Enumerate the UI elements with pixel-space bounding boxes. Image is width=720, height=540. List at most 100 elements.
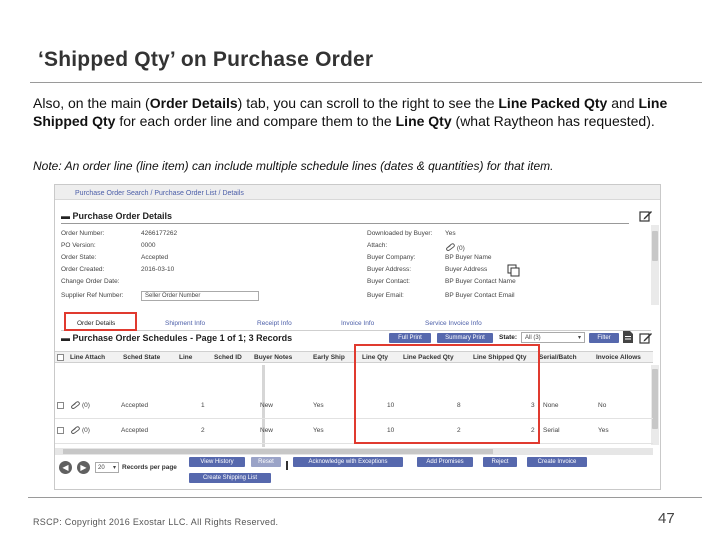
supplier-ref-input[interactable]: Seller Order Number: [141, 291, 259, 301]
po-details-header[interactable]: ▬ Purchase Order Details: [61, 211, 172, 221]
attachment-icon[interactable]: [70, 401, 80, 409]
attachment-icon[interactable]: [445, 243, 455, 251]
schedules-title: Purchase Order Schedules - Page 1 of 1; …: [72, 333, 293, 343]
tab-service-invoice-info[interactable]: Service Invoice Info: [425, 320, 482, 327]
po-details-title: Purchase Order Details: [72, 211, 173, 221]
attach-value[interactable]: (0): [445, 242, 465, 252]
row-invoice-allows: Yes: [598, 427, 609, 434]
acknowledge-exceptions-button[interactable]: Acknowledge with Exceptions: [293, 457, 403, 467]
body-text-3: and: [607, 95, 639, 111]
col-invoice-allows[interactable]: Invoice Allows: [596, 354, 641, 361]
po-details-divider: [61, 223, 629, 224]
row-sched-state: Accepted: [121, 402, 149, 409]
downloaded-label: Downloaded by Buyer:: [367, 230, 433, 237]
row-early-ship: Yes: [313, 402, 324, 409]
order-number-value: 4266177262: [141, 230, 178, 237]
toolbar-separator: [286, 461, 288, 470]
body-text-2: ) tab, you can scroll to the right to se…: [237, 95, 499, 111]
attachment-icon[interactable]: [70, 426, 80, 434]
footer-copyright: RSCP: Copyright 2016 Exostar LLC. All Ri…: [33, 517, 279, 527]
create-invoice-button[interactable]: Create Invoice: [527, 457, 587, 467]
body-text-1: Also, on the main (: [33, 95, 150, 111]
details-scrollbar[interactable]: [651, 225, 659, 305]
buyer-email-value: BP Buyer Contact Email: [445, 292, 515, 299]
prev-page-icon[interactable]: ◀: [59, 461, 72, 474]
order-state-label: Order State:: [61, 254, 97, 261]
next-page-icon[interactable]: ▶: [77, 461, 90, 474]
add-promises-button[interactable]: Add Promises: [417, 457, 473, 467]
tab-invoice-info[interactable]: Invoice Info: [341, 320, 374, 327]
attach-label: Attach:: [367, 242, 388, 249]
row-line: 1: [201, 402, 205, 409]
row-invoice-allows: No: [598, 402, 607, 409]
copy-icon[interactable]: [507, 264, 520, 277]
table-scrollbar[interactable]: [651, 365, 659, 445]
horizontal-scroll-thumb[interactable]: [63, 449, 493, 454]
body-paragraph: Also, on the main (Order Details) tab, y…: [33, 94, 705, 130]
buyer-contact-value: BP Buyer Contact Name: [445, 278, 516, 285]
chevron-down-icon: ▾: [577, 335, 581, 341]
row-buyer-notes: New: [260, 402, 274, 409]
buyer-address-value: Buyer Address: [445, 266, 488, 273]
buyer-email-label: Buyer Email:: [367, 292, 404, 299]
order-created-value: 2016-03-10: [141, 266, 175, 273]
col-sched-id[interactable]: Sched ID: [214, 354, 242, 361]
edit-icon[interactable]: [639, 209, 653, 222]
po-version-label: PO Version:: [61, 242, 96, 249]
col-line-attach[interactable]: Line Attach: [70, 354, 105, 361]
schedules-header[interactable]: ▬ Purchase Order Schedules - Page 1 of 1…: [61, 333, 292, 343]
schedules-edit-icon[interactable]: [639, 331, 653, 344]
row-early-ship: Yes: [313, 427, 324, 434]
full-print-button[interactable]: Full Print: [389, 333, 431, 343]
po-version-value: 0000: [141, 242, 156, 249]
row-checkbox[interactable]: [57, 427, 64, 434]
body-text-4: for each order line and compare them to …: [115, 113, 396, 129]
select-all-checkbox[interactable]: [57, 354, 64, 361]
page-size-value: 20: [98, 465, 105, 471]
col-early-ship[interactable]: Early Ship: [313, 354, 345, 361]
col-sched-state[interactable]: Sched State: [123, 354, 160, 361]
note-text: Note: An order line (line item) can incl…: [33, 159, 554, 173]
downloaded-value: Yes: [445, 230, 456, 237]
page-number: 47: [658, 510, 675, 527]
row-serial-batch: None: [543, 402, 559, 409]
state-select[interactable]: All (3) ▾: [521, 332, 585, 343]
buyer-contact-label: Buyer Contact:: [367, 278, 410, 285]
filter-button[interactable]: Filter: [589, 333, 619, 343]
body-bold-line-qty: Line Qty: [395, 113, 452, 129]
details-scroll-thumb[interactable]: [652, 231, 658, 261]
row-line: 2: [201, 427, 205, 434]
buyer-address-label: Buyer Address:: [367, 266, 412, 273]
order-created-label: Order Created:: [61, 266, 105, 273]
tab-receipt-info[interactable]: Receipt Info: [257, 320, 292, 327]
row-checkbox[interactable]: [57, 402, 64, 409]
collapse-icon[interactable]: ▬: [61, 211, 73, 221]
col-serial-batch[interactable]: Serial/Batch: [539, 354, 577, 361]
pdf-icon[interactable]: [622, 330, 634, 344]
row-sched-state: Accepted: [121, 427, 149, 434]
breadcrumb[interactable]: Purchase Order Search / Purchase Order L…: [55, 185, 660, 200]
po-screenshot: Purchase Order Search / Purchase Order L…: [54, 184, 661, 490]
table-horizontal-scrollbar[interactable]: [55, 448, 653, 455]
page-size-select[interactable]: 20 ▾: [95, 462, 119, 473]
col-line[interactable]: Line: [179, 354, 192, 361]
table-scroll-thumb[interactable]: [652, 369, 658, 429]
order-state-value: Accepted: [141, 254, 169, 261]
supplier-ref-label: Supplier Ref Number:: [61, 292, 124, 299]
reject-button[interactable]: Reject: [483, 457, 517, 467]
chevron-down-icon: ▾: [112, 465, 116, 471]
buyer-company-label: Buyer Company:: [367, 254, 416, 261]
body-bold-line-packed-qty: Line Packed Qty: [498, 95, 608, 111]
schedules-collapse-icon[interactable]: ▬: [61, 333, 73, 343]
qty-columns-highlight: [354, 344, 540, 444]
tab-shipment-info[interactable]: Shipment Info: [165, 320, 205, 327]
attach-count: (0): [456, 245, 465, 252]
buyer-company-value: BP Buyer Name: [445, 254, 492, 261]
records-per-page-label: Records per page: [122, 464, 177, 471]
view-history-button[interactable]: View History: [189, 457, 245, 467]
reset-button[interactable]: Reset: [251, 457, 281, 467]
create-shipping-list-button[interactable]: Create Shipping List: [189, 473, 271, 483]
col-buyer-notes[interactable]: Buyer Notes: [254, 354, 292, 361]
summary-print-button[interactable]: Summary Print: [437, 333, 493, 343]
row-attach-count: (0): [82, 427, 90, 434]
